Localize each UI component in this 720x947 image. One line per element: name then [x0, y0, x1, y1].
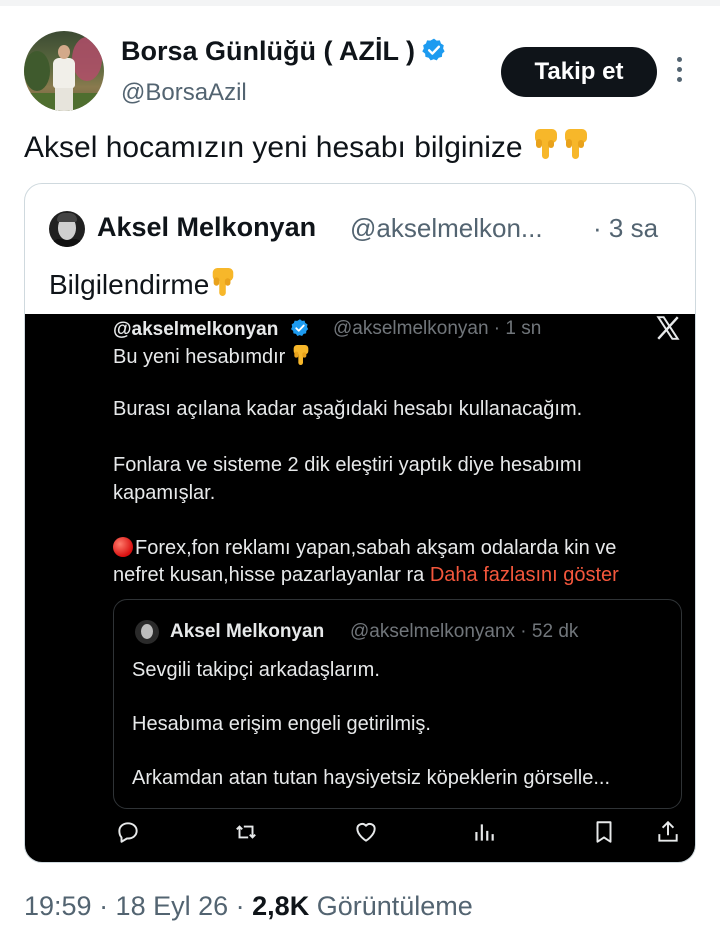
pointing-down-hand-icon [531, 127, 561, 169]
author-name-text[interactable]: Borsa Günlüğü ( AZİL ) [121, 36, 415, 66]
screenshot-line: Forex,fon reklamı yapan,sabah akşam odal… [113, 537, 616, 560]
inner-author-name: Aksel Melkonyan [170, 621, 325, 642]
share-icon [655, 819, 681, 845]
author-name[interactable]: Borsa Günlüğü ( AZİL ) [121, 36, 447, 70]
inner-line: Sevgili takipçi arkadaşlarım. [132, 659, 380, 681]
tweet-text-body: Aksel hocamızın yeni hesabı bilginize [24, 131, 523, 164]
show-more-link: Daha fazlasını göster [429, 564, 619, 586]
top-band [0, 0, 720, 6]
quoted-timestamp[interactable]: · 3 sa [593, 213, 658, 244]
reply-icon [115, 819, 141, 845]
screenshot-author-name-text: @akselmelkonyan [113, 319, 279, 340]
more-options-icon[interactable] [670, 57, 688, 87]
inner-line: Arkamdan atan tutan haysiyetsiz köpekler… [132, 767, 611, 789]
quoted-author-handle[interactable]: @akselmelkon... [350, 213, 543, 244]
screenshot-line: kapamışlar. [113, 482, 216, 504]
screenshot-line-text: Bu yeni hesabımdır [113, 346, 286, 368]
quoted-tweet-text: Bilgilendirme [49, 266, 237, 305]
views-icon [471, 819, 497, 845]
embedded-screenshot-image[interactable]: @akselmelkonyan @akselmelkonyan · 1 sn B… [25, 314, 695, 862]
screenshot-author-name: @akselmelkonyan [113, 318, 310, 344]
tweet-text: Aksel hocamızın yeni hesabı bilginize [24, 127, 591, 169]
view-count: 2,8K [252, 891, 310, 921]
screenshot-line: Bu yeni hesabımdır [113, 343, 311, 373]
screenshot-line-text: Forex,fon reklamı yapan,sabah akşam odal… [135, 537, 617, 559]
quoted-tweet-text-body: Bilgilendirme [49, 269, 210, 300]
author-handle[interactable]: @BorsaAzil [121, 79, 247, 107]
screenshot-inner-quote: Aksel Melkonyan @akselmelkonyanx · 52 dk… [113, 599, 682, 809]
pointing-down-hand-icon [209, 266, 237, 305]
quoted-author-name[interactable]: Aksel Melkonyan [97, 212, 316, 243]
bookmark-icon [591, 819, 617, 845]
screenshot-line: Fonlara ve sisteme 2 dik eleştiri yaptık… [113, 454, 583, 476]
like-icon [353, 819, 379, 845]
tweet-meta: 19:59 · 18 Eyl 26 · 2,8K Görüntüleme [24, 891, 473, 922]
inner-handle-time: @akselmelkonyanx · 52 dk [350, 621, 579, 642]
screenshot-handle-time: @akselmelkonyan · 1 sn [333, 318, 542, 339]
verified-badge-icon [290, 318, 310, 344]
follow-button[interactable]: Takip et [501, 47, 657, 97]
author-avatar[interactable] [24, 31, 104, 111]
views-label: Görüntüleme [316, 891, 473, 921]
verified-badge-icon [421, 37, 447, 70]
pointing-down-hand-icon [561, 127, 591, 169]
red-circle-icon [113, 537, 133, 557]
inner-author-avatar [135, 620, 159, 644]
screenshot-line-text: nefret kusan,hisse pazarlayanlar ra [113, 564, 425, 586]
tweet-timestamp[interactable]: 19:59 · 18 Eyl 26 · [24, 891, 245, 921]
screenshot-line: Burası açılana kadar aşağıdaki hesabı ku… [113, 398, 583, 420]
quoted-author-avatar[interactable] [49, 211, 85, 247]
pointing-down-hand-icon [291, 343, 311, 373]
screenshot-action-bar [25, 819, 695, 849]
repost-icon [233, 819, 259, 845]
quoted-tweet-card[interactable]: Aksel Melkonyan @akselmelkon... · 3 sa B… [24, 183, 696, 863]
inner-line: Hesabıma erişim engeli getirilmiş. [132, 713, 431, 735]
screenshot-line: nefret kusan,hisse pazarlayanlar ra Daha… [113, 564, 619, 587]
x-logo-icon [655, 315, 681, 341]
